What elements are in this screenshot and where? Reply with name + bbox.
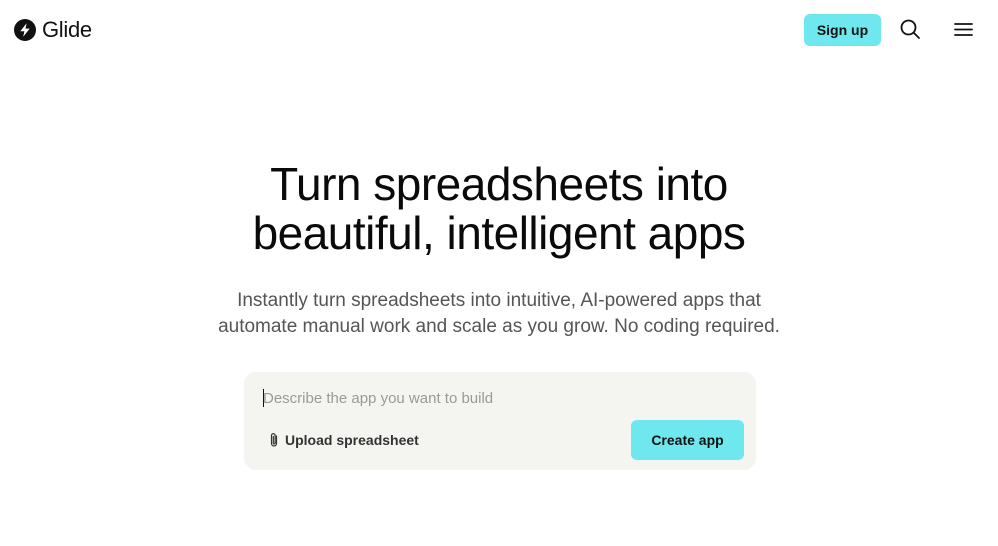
site-header: Glide Sign up bbox=[0, 0, 998, 60]
upload-spreadsheet-button[interactable]: Upload spreadsheet bbox=[268, 430, 419, 450]
search-button[interactable] bbox=[898, 17, 922, 41]
app-description-input[interactable] bbox=[263, 386, 733, 410]
text-caret bbox=[263, 389, 264, 407]
hero-subtitle-line-1: Instantly turn spreadsheets into intuiti… bbox=[237, 290, 761, 311]
create-app-button[interactable]: Create app bbox=[631, 420, 744, 460]
logo-text: Glide bbox=[42, 17, 92, 42]
glide-logo-icon bbox=[14, 19, 36, 41]
app-prompt-card: Upload spreadsheet Create app bbox=[244, 372, 756, 470]
upload-spreadsheet-label: Upload spreadsheet bbox=[285, 432, 419, 448]
hero-title: Turn spreadsheets into beautiful, intell… bbox=[0, 160, 998, 258]
sign-up-button[interactable]: Sign up bbox=[804, 14, 881, 46]
paperclip-icon bbox=[270, 433, 278, 447]
hamburger-menu-icon bbox=[954, 23, 973, 36]
hero-subtitle: Instantly turn spreadsheets into intuiti… bbox=[0, 288, 998, 340]
glide-logo-link[interactable]: Glide bbox=[14, 18, 92, 42]
menu-button[interactable] bbox=[951, 17, 975, 41]
hero-title-line-1: Turn spreadsheets into bbox=[270, 158, 728, 210]
search-icon bbox=[900, 19, 920, 39]
hero-subtitle-line-2: automate manual work and scale as you gr… bbox=[218, 316, 780, 337]
hero-title-line-2: beautiful, intelligent apps bbox=[252, 207, 746, 259]
page: Glide Sign up Turn spreadsheets into bea… bbox=[0, 0, 998, 546]
